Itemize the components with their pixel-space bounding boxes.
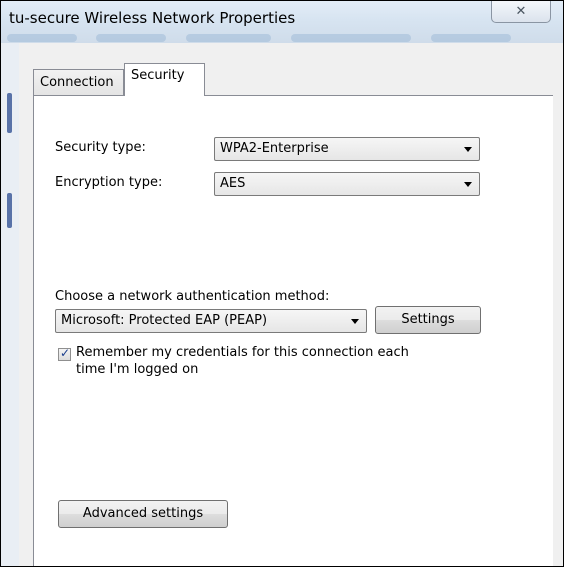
settings-button-label: Settings [401, 312, 455, 327]
background-blur [291, 34, 411, 42]
settings-button[interactable]: Settings [375, 306, 481, 334]
title-bar[interactable]: tu-secure Wireless Network Properties ✕ [1, 1, 563, 43]
remember-credentials-label-line1: Remember my credentials for this connect… [76, 345, 409, 360]
security-type-value: WPA2-Enterprise [220, 141, 329, 156]
advanced-settings-button[interactable]: Advanced settings [58, 500, 228, 528]
decor-bar [7, 93, 12, 133]
encryption-type-dropdown[interactable]: AES [214, 172, 480, 196]
properties-dialog: tu-secure Wireless Network Properties ✕ … [0, 0, 564, 567]
security-type-dropdown[interactable]: WPA2-Enterprise [214, 137, 480, 161]
dialog-client-area: Connection Security Security type: WPA2-… [19, 43, 553, 566]
window-title: tu-secure Wireless Network Properties [9, 9, 296, 27]
chevron-down-icon [351, 319, 359, 324]
decor-bar [7, 193, 12, 228]
close-button[interactable]: ✕ [491, 1, 551, 23]
security-type-label: Security type: [55, 140, 146, 155]
tab-label: Security [131, 68, 185, 83]
advanced-settings-label: Advanced settings [82, 506, 204, 521]
encryption-type-label: Encryption type: [55, 175, 163, 190]
remember-credentials-checkbox[interactable]: ✓ [58, 346, 71, 361]
tab-connection[interactable]: Connection [33, 69, 124, 95]
auth-method-label: Choose a network authentication method: [55, 289, 330, 304]
tab-label: Connection [40, 75, 114, 90]
background-blur [186, 34, 271, 42]
chevron-down-icon [464, 182, 472, 187]
auth-method-value: Microsoft: Protected EAP (PEAP) [61, 313, 268, 328]
background-window-edge [1, 43, 19, 566]
checkmark-icon: ✓ [60, 346, 71, 360]
close-icon: ✕ [515, 4, 527, 19]
auth-method-dropdown[interactable]: Microsoft: Protected EAP (PEAP) [55, 309, 367, 333]
chevron-down-icon [464, 147, 472, 152]
encryption-type-value: AES [220, 176, 246, 191]
security-tab-panel: Security type: WPA2-Enterprise Encryptio… [33, 95, 553, 566]
background-blur [7, 34, 77, 42]
background-blur [431, 34, 511, 42]
tab-security[interactable]: Security [124, 63, 205, 96]
remember-credentials-label-line2: time I'm logged on [76, 362, 199, 377]
background-blur [96, 34, 166, 42]
